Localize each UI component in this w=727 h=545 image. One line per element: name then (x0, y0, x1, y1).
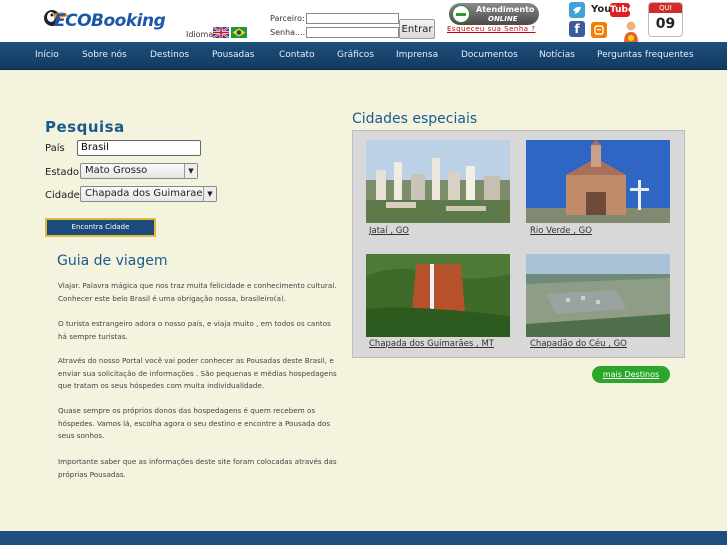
youtube-icon[interactable]: Tube (610, 3, 634, 17)
blogger-icon[interactable] (591, 22, 607, 38)
uk-flag-icon[interactable] (213, 27, 229, 38)
nav-item-noticias[interactable]: Notícias (539, 50, 575, 60)
encontra-cidade-button[interactable]: Encontra Cidade (45, 218, 156, 237)
city-photo-chapada-dos-guimaraes[interactable] (366, 254, 510, 337)
brazil-flag-icon[interactable] (231, 27, 247, 38)
facebook-icon[interactable]: f (569, 21, 585, 37)
city-link-rio-verde[interactable]: Rio Verde , GO (530, 226, 592, 236)
nav-item-contato[interactable]: Contato (279, 50, 315, 60)
pais-label: País (45, 143, 65, 154)
city-photo-chapadao-do-ceu[interactable] (526, 254, 670, 337)
senha-input[interactable] (306, 27, 399, 38)
chevron-down-icon: ▼ (184, 164, 197, 178)
city-link-jatai[interactable]: Jataí , GO (369, 226, 409, 236)
estado-label: Estado (45, 167, 80, 178)
pais-input[interactable]: Brasil (77, 140, 201, 156)
cidade-select-value: Chapada dos Guimaraes (85, 188, 208, 199)
search-title: Pesquisa (45, 118, 125, 136)
forgot-password-link[interactable]: Esqueceu sua Senha ? (447, 25, 536, 33)
cities-title: Cidades especiais (352, 111, 478, 127)
guide-title: Guia de viagem (57, 253, 168, 269)
nav-item-inicio[interactable]: Início (35, 50, 59, 60)
nav-item-pousadas[interactable]: Pousadas (212, 50, 254, 60)
nav-item-imprensa[interactable]: Imprensa (396, 50, 438, 60)
calendar-weekday: QUI (649, 3, 682, 13)
atendimento-label: Atendimento (476, 5, 535, 14)
chat-icon (452, 5, 470, 23)
senha-label: Senha....: (270, 28, 308, 37)
parceiro-label: Parceiro: (270, 14, 305, 23)
nav-item-sobre-nos[interactable]: Sobre nós (82, 50, 127, 60)
nav-item-documentos[interactable]: Documentos (461, 50, 518, 60)
guide-paragraph: Quase sempre os próprios donos das hospe… (58, 406, 331, 441)
nav-item-graficos[interactable]: Gráficos (337, 50, 374, 60)
estado-select-value: Mato Grosso (85, 165, 148, 176)
parceiro-input[interactable] (306, 13, 399, 24)
city-link-chapada-dos-guimaraes[interactable]: Chapada dos Guimarães , MT (369, 339, 494, 349)
city-photo-rio-verde[interactable] (526, 140, 670, 223)
guide-paragraph: Importante saber que as informações dest… (58, 457, 337, 479)
calendar-day: 09 (655, 16, 676, 32)
chevron-down-icon: ▼ (203, 187, 216, 201)
nav-item-destinos[interactable]: Destinos (150, 50, 189, 60)
contact-person-icon[interactable] (620, 20, 642, 44)
city-photo-jatai[interactable] (366, 140, 510, 223)
idioma-label: Idioma: (186, 30, 216, 39)
entrar-button[interactable]: Entrar (399, 19, 435, 39)
guide-paragraph: Viajar. Palavra mágica que nos traz muit… (58, 281, 337, 303)
twitter-icon[interactable] (569, 2, 585, 18)
cidade-label: Cidade (45, 190, 80, 201)
youtube-you-text[interactable]: You (591, 4, 611, 15)
online-label: ONLINE (488, 15, 518, 23)
guide-paragraph: O turista estrangeiro adora o nosso país… (58, 319, 331, 341)
city-link-chapadao-do-ceu[interactable]: Chapadão do Céu , GO (530, 339, 627, 349)
calendar-widget: QUI 09 (648, 2, 683, 37)
nav-item-perguntas-frequentes[interactable]: Perguntas frequentes (597, 50, 694, 60)
cidade-select[interactable]: Chapada dos Guimaraes ▼ (80, 186, 217, 202)
mais-destinos-button[interactable]: mais Destinos (592, 366, 670, 383)
logo-wordmark[interactable]: ECOBooking (54, 11, 166, 31)
guide-paragraph: Através do nosso Portal você vai poder c… (58, 356, 337, 391)
footer-bar (0, 531, 727, 545)
estado-select[interactable]: Mato Grosso ▼ (80, 163, 198, 179)
